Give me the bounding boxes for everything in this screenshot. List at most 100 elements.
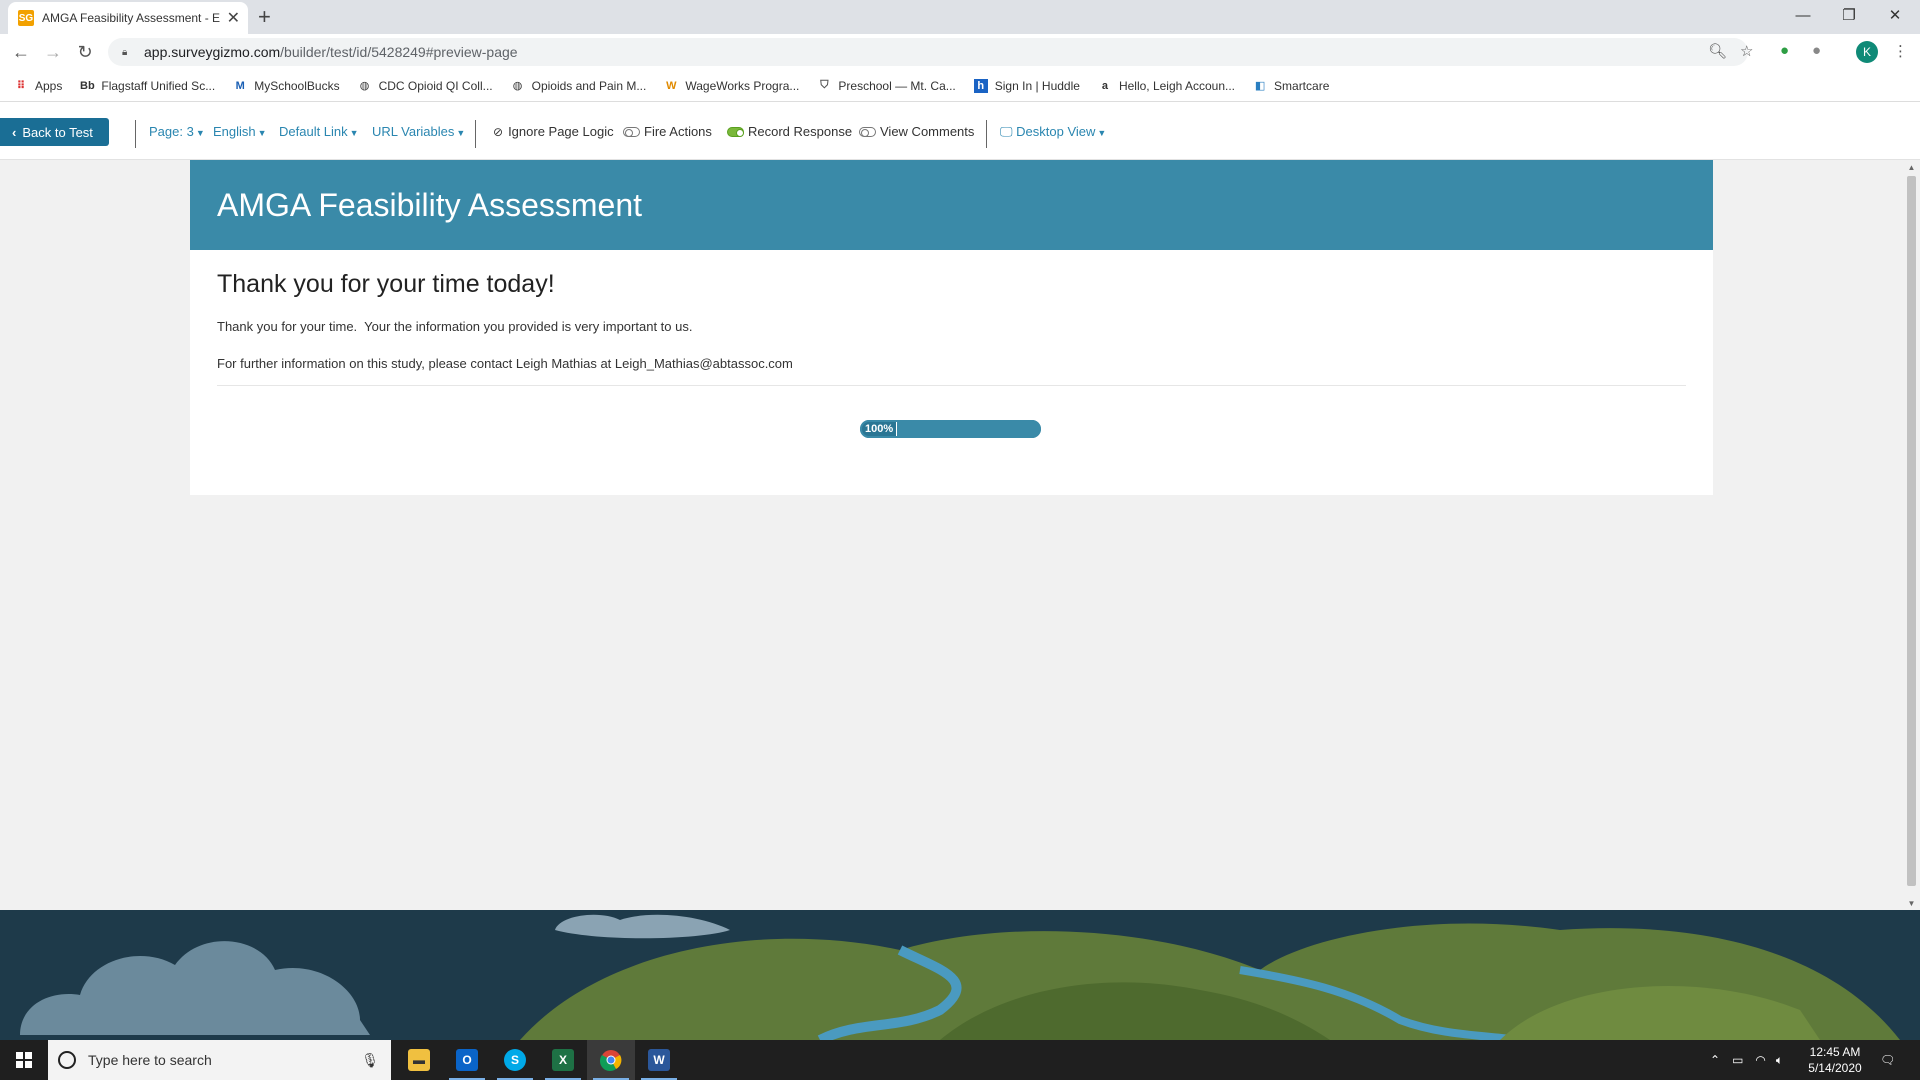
taskbar-search-placeholder: Type here to search bbox=[88, 1052, 212, 1068]
address-bar-row: ← → ↻ 🔒︎ app.surveygizmo.com/builder/tes… bbox=[0, 34, 1920, 70]
survey-title: AMGA Feasibility Assessment bbox=[217, 186, 643, 223]
caret-down-icon: ▼ bbox=[456, 128, 466, 138]
bookmark-cdc-opioid[interactable]: ◍ CDC Opioid QI Coll... bbox=[358, 79, 493, 93]
action-center-icon[interactable]: 🗨︎ bbox=[1880, 1040, 1895, 1080]
caret-down-icon: ▼ bbox=[349, 128, 359, 138]
toggle-on-icon bbox=[727, 126, 744, 137]
taskbar-word[interactable]: W bbox=[635, 1040, 683, 1080]
bookmark-opioids-pain[interactable]: ◍ Opioids and Pain M... bbox=[511, 79, 647, 93]
bookmark-huddle[interactable]: h Sign In | Huddle bbox=[973, 78, 1080, 93]
contact-text: For further information on this study, p… bbox=[217, 356, 793, 371]
divider bbox=[475, 120, 476, 148]
thank-you-text: Thank you for your time. Your the inform… bbox=[217, 319, 693, 334]
system-clock[interactable]: 12:45 AM 5/14/2020 bbox=[1800, 1044, 1870, 1076]
survey-header: AMGA Feasibility Assessment bbox=[190, 160, 1713, 250]
url-variables-dropdown[interactable]: URL Variables ▼ bbox=[372, 124, 465, 139]
chevron-left-icon: ‹ bbox=[12, 124, 17, 140]
wifi-icon[interactable]: ◠ bbox=[1755, 1053, 1765, 1067]
back-arrow-icon[interactable]: ← bbox=[8, 40, 34, 64]
divider bbox=[135, 120, 136, 148]
divider bbox=[217, 385, 1686, 386]
record-response-toggle[interactable]: Record Response bbox=[727, 124, 852, 139]
extension-icon[interactable]: ● bbox=[1812, 42, 1821, 59]
bookmark-flagstaff[interactable]: Bb Flagstaff Unified Sc... bbox=[80, 79, 215, 93]
chrome-menu-icon[interactable]: ⋮ bbox=[1893, 42, 1908, 60]
smartcare-icon: ◧ bbox=[1254, 80, 1266, 92]
taskbar-skype[interactable]: S bbox=[491, 1040, 539, 1080]
fire-actions-toggle[interactable]: Fire Actions bbox=[623, 124, 712, 139]
restore-icon[interactable]: ❐ bbox=[1826, 0, 1872, 30]
volume-icon[interactable]: 🔈︎ bbox=[1776, 1053, 1783, 1068]
battery-icon[interactable]: ▭ bbox=[1732, 1053, 1743, 1067]
taskbar-search-box[interactable]: Type here to search 🎙︎ bbox=[48, 1040, 391, 1080]
page-dropdown[interactable]: Page: 3 ▼ bbox=[149, 124, 205, 139]
view-mode-dropdown[interactable]: 🖵︎ Desktop View ▼ bbox=[1000, 124, 1106, 140]
monitor-icon: 🖵︎ bbox=[1000, 124, 1017, 139]
amazon-icon: a bbox=[1101, 79, 1108, 92]
ignore-page-logic-toggle[interactable]: ⊘ Ignore Page Logic bbox=[493, 124, 614, 139]
globe-icon: ◍ bbox=[512, 80, 523, 92]
bookmark-preschool[interactable]: ⛉ Preschool — Mt. Ca... bbox=[817, 79, 956, 93]
page-scrollbar[interactable]: ▲ ▼ bbox=[1903, 160, 1920, 910]
browser-tab[interactable]: SG AMGA Feasibility Assessment - E ✕ bbox=[8, 2, 248, 34]
surveygizmo-favicon-icon: SG bbox=[18, 10, 34, 26]
toggle-off-icon bbox=[623, 126, 640, 137]
caret-down-icon: ▼ bbox=[1097, 128, 1107, 138]
huddle-icon: h bbox=[973, 78, 988, 93]
outlook-icon: O bbox=[456, 1049, 478, 1071]
taskbar-chrome[interactable] bbox=[587, 1040, 635, 1080]
minimize-icon[interactable]: — bbox=[1780, 0, 1826, 30]
reload-icon[interactable]: ↻ bbox=[72, 40, 98, 64]
bookmark-amazon[interactable]: a Hello, Leigh Accoun... bbox=[1098, 79, 1235, 93]
windows-logo-icon bbox=[16, 1052, 32, 1068]
taskbar-outlook[interactable]: O bbox=[443, 1040, 491, 1080]
caret-down-icon: ▼ bbox=[195, 128, 205, 138]
microphone-icon[interactable]: 🎙︎ bbox=[361, 1052, 379, 1069]
address-bar[interactable]: 🔒︎ app.surveygizmo.com/builder/test/id/5… bbox=[108, 38, 1748, 66]
show-hidden-icons-chevron-icon[interactable]: ⌃ bbox=[1710, 1053, 1720, 1067]
browser-tab-strip: SG AMGA Feasibility Assessment - E ✕ + —… bbox=[0, 0, 1920, 34]
windows-start-button[interactable] bbox=[0, 1040, 48, 1080]
extension-globe-icon[interactable]: ● bbox=[1780, 42, 1789, 59]
desktop-wallpaper bbox=[0, 910, 1920, 1040]
close-tab-icon[interactable]: ✕ bbox=[227, 8, 240, 28]
blackboard-icon: Bb bbox=[80, 79, 95, 92]
bookmark-wageworks[interactable]: W WageWorks Progra... bbox=[664, 79, 799, 93]
language-dropdown[interactable]: English ▼ bbox=[213, 124, 267, 139]
tab-title: AMGA Feasibility Assessment - E bbox=[42, 11, 221, 25]
view-comments-toggle[interactable]: View Comments bbox=[859, 124, 974, 139]
url-path: /builder/test/id/5428249#preview-page bbox=[280, 44, 518, 60]
url-host: app.surveygizmo.com bbox=[144, 44, 281, 60]
bookmark-myschoolbucks[interactable]: M MySchoolBucks bbox=[233, 79, 340, 93]
scroll-up-icon[interactable]: ▲ bbox=[1903, 160, 1920, 174]
lock-icon: 🔒︎ bbox=[122, 46, 128, 58]
new-tab-plus-icon[interactable]: + bbox=[258, 4, 271, 30]
bookmark-smartcare[interactable]: ◧ Smartcare bbox=[1253, 79, 1330, 93]
clock-date: 5/14/2020 bbox=[1808, 1061, 1862, 1075]
zoom-magnifier-icon[interactable]: 🔍︎ bbox=[1708, 42, 1727, 60]
survey-body: Thank you for your time today! Thank you… bbox=[190, 250, 1713, 386]
close-window-icon[interactable]: ✕ bbox=[1872, 0, 1918, 30]
scroll-down-icon[interactable]: ▼ bbox=[1903, 896, 1920, 910]
back-to-test-button[interactable]: ‹ Back to Test bbox=[0, 118, 109, 146]
chrome-icon bbox=[600, 1050, 622, 1071]
scroll-thumb[interactable] bbox=[1907, 176, 1916, 886]
apps-grid-icon: ⠿ bbox=[16, 80, 26, 92]
taskbar-excel[interactable]: X bbox=[539, 1040, 587, 1080]
windows-taskbar: Type here to search 🎙︎ ▬ O S X W ⌃ ▭ ◠ 🔈… bbox=[0, 1040, 1920, 1080]
preview-viewport: AMGA Feasibility Assessment Thank you fo… bbox=[0, 160, 1920, 910]
myschoolbucks-icon: M bbox=[235, 79, 245, 92]
forward-arrow-icon[interactable]: → bbox=[40, 40, 66, 64]
divider bbox=[986, 120, 987, 148]
bookmark-star-icon[interactable]: ☆ bbox=[1740, 42, 1753, 60]
bookmark-apps[interactable]: ⠿ Apps bbox=[14, 79, 63, 93]
clock-time: 12:45 AM bbox=[1809, 1045, 1861, 1059]
file-explorer-icon: ▬ bbox=[408, 1049, 430, 1071]
link-dropdown[interactable]: Default Link ▼ bbox=[279, 124, 359, 139]
globe-icon: ◍ bbox=[359, 80, 370, 92]
word-icon: W bbox=[648, 1049, 670, 1071]
profile-avatar[interactable]: K bbox=[1856, 41, 1878, 63]
taskbar-file-explorer[interactable]: ▬ bbox=[395, 1040, 443, 1080]
preview-toolbar: ‹ Back to Test Page: 3 ▼ English ▼ Default… bbox=[0, 102, 1920, 160]
wallpaper-landscape-image bbox=[0, 910, 1920, 1040]
